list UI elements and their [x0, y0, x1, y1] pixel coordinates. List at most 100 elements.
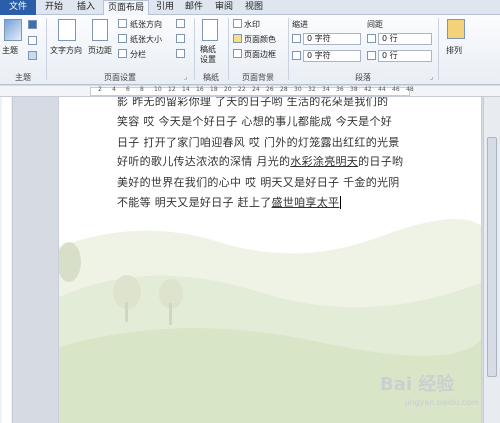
spacing-after-field[interactable]: 0 行 — [378, 50, 432, 62]
document-line[interactable]: 日子 打开了家门咱迎春风 哎 门外的灯笼露出红红的光景 — [117, 134, 400, 150]
tab-view[interactable]: 视图 — [241, 0, 267, 15]
document-line-text: 不能等 明天又是好日子 赶上了 — [117, 196, 272, 209]
ruler-number: 22 — [238, 86, 246, 93]
vertical-ruler-area — [2, 97, 11, 423]
document-line[interactable]: 不能等 明天又是好日子 赶上了盛世咱享太平 — [117, 194, 342, 210]
hyphenation-icon[interactable] — [176, 49, 185, 58]
theme-fonts-icon[interactable] — [28, 36, 37, 45]
columns-icon[interactable] — [118, 49, 127, 58]
text-cursor — [340, 196, 342, 209]
tab-page-layout[interactable]: 页面布局 — [103, 0, 149, 16]
indent-label: 缩进 — [292, 20, 308, 29]
orientation-icon[interactable] — [118, 19, 127, 28]
paper-size-icon[interactable] — [118, 34, 127, 43]
underlined-text: 水彩涂亮明天 — [290, 155, 359, 168]
tab-home[interactable]: 开始 — [40, 0, 68, 15]
spacing-label: 间距 — [367, 20, 383, 29]
page-setup-group-label: 页面设置 — [104, 73, 136, 82]
indent-left-field[interactable]: 0 字符 — [303, 33, 361, 45]
tab-mailings[interactable]: 邮件 — [181, 0, 207, 15]
ruler-number: 4 — [112, 86, 116, 93]
ruler-number: 38 — [350, 86, 358, 93]
group-separator — [228, 18, 229, 80]
indent-right-field[interactable]: 0 字符 — [303, 50, 361, 62]
theme-colors-icon[interactable] — [28, 20, 37, 29]
ruler-number: 8 — [140, 86, 144, 93]
paragraph-group-label: 段落 — [355, 73, 371, 82]
group-separator — [46, 18, 47, 80]
manuscript-group-label: 稿纸 — [203, 73, 219, 82]
ruler-number: 24 — [252, 86, 260, 93]
group-separator — [288, 18, 289, 80]
indent-right-icon — [292, 51, 301, 60]
ribbon-tab-bar: 文件 开始 插入 页面布局 引用 邮件 审阅 视图 — [0, 0, 500, 16]
spacing-before-icon — [367, 34, 376, 43]
document-line[interactable]: 笑容 哎 今天是个好日子 心想的事儿都能成 今天是个好 — [117, 113, 392, 129]
ruler-text-area — [90, 87, 410, 96]
ruler-number: 32 — [308, 86, 316, 93]
ruler-number: 28 — [280, 86, 288, 93]
margins-button[interactable]: 页边距 — [88, 45, 112, 56]
tab-insert[interactable]: 插入 — [72, 0, 100, 15]
ruler-number: 16 — [196, 86, 204, 93]
ruler-number: 6 — [126, 86, 130, 93]
vertical-ruler[interactable] — [0, 97, 13, 423]
breaks-icon[interactable] — [176, 19, 185, 28]
page-border-button[interactable]: 页面边框 — [244, 49, 276, 60]
ruler-number: 44 — [378, 86, 386, 93]
ruler-number: 26 — [266, 86, 274, 93]
theme-effects-icon[interactable] — [28, 51, 37, 60]
ruler-number: 36 — [336, 86, 344, 93]
ruler-number: 14 — [182, 86, 190, 93]
spacing-before-field[interactable]: 0 行 — [378, 33, 432, 45]
columns-button[interactable]: 分栏 — [130, 49, 146, 60]
page-border-icon[interactable] — [233, 49, 242, 58]
document-line[interactable]: 好听的歌儿传达浓浓的深情 月光的水彩涂亮明天的日子哟 — [117, 153, 403, 169]
theme-icon[interactable] — [4, 19, 22, 41]
text-direction-button[interactable]: 文字方向 — [50, 45, 82, 56]
underlined-text: 盛世咱享太平 — [271, 196, 340, 209]
ribbon-page-layout: 主题 主题 文字方向 页边距 纸张方向 纸张大小 分栏 页面设置 ⌟ 稿纸 设置… — [0, 15, 500, 85]
ruler-number: 30 — [294, 86, 302, 93]
vertical-scrollbar[interactable] — [483, 97, 500, 423]
document-line-text: 的日子哟 — [358, 155, 404, 168]
tab-review[interactable]: 审阅 — [211, 0, 237, 15]
ruler-number: 20 — [224, 86, 232, 93]
theme-button-label[interactable]: 主题 — [2, 45, 18, 56]
arrange-icon[interactable] — [447, 19, 465, 39]
ruler-number: 46 — [392, 86, 400, 93]
text-direction-icon[interactable] — [58, 19, 76, 41]
theme-group-label: 主题 — [15, 73, 31, 82]
page-color-button[interactable]: 页面颜色 — [244, 34, 276, 45]
spacing-after-icon — [367, 51, 376, 60]
scrollbar-thumb[interactable] — [487, 137, 497, 377]
document-line[interactable]: 影 昨无的留彩你理 了天的日子哟 生活的花朵是我们的 — [117, 97, 388, 109]
group-separator — [438, 18, 439, 80]
watermark-button[interactable]: 水印 — [244, 19, 260, 30]
ruler-number: 12 — [168, 86, 176, 93]
watermark-icon[interactable] — [233, 19, 242, 28]
ruler-number: 18 — [210, 86, 218, 93]
page-setup-launcher-icon[interactable]: ⌟ — [184, 73, 187, 81]
site-watermark-url: jingyan.baidu.com — [405, 398, 479, 407]
tab-file[interactable]: 文件 — [0, 0, 36, 15]
ruler-number: 2 — [98, 86, 102, 93]
ruler-number: 42 — [364, 86, 372, 93]
tab-references[interactable]: 引用 — [152, 0, 178, 15]
line-numbers-icon[interactable] — [176, 34, 185, 43]
manuscript-icon[interactable] — [202, 19, 218, 41]
page-color-icon[interactable] — [233, 34, 242, 43]
horizontal-ruler[interactable]: 2 4 6 8 10 12 14 16 18 20 22 24 26 28 30… — [0, 86, 500, 97]
indent-left-icon — [292, 34, 301, 43]
paragraph-launcher-icon[interactable]: ⌟ — [430, 73, 433, 81]
margins-icon[interactable] — [92, 19, 108, 41]
group-separator — [194, 18, 195, 80]
ruler-number: 34 — [322, 86, 330, 93]
document-line-text: 好听的歌儿传达浓浓的深情 月光的 — [117, 155, 291, 168]
paper-size-button[interactable]: 纸张大小 — [130, 34, 162, 45]
page-background-group-label: 页面背景 — [242, 73, 274, 82]
manuscript-settings-button[interactable]: 稿纸 设置 — [200, 45, 216, 65]
arrange-button[interactable]: 排列 — [446, 45, 462, 56]
document-line[interactable]: 美好的世界在我们的心中 哎 明天又是好日子 千金的光阴 — [117, 174, 400, 190]
orientation-button[interactable]: 纸张方向 — [130, 19, 162, 30]
